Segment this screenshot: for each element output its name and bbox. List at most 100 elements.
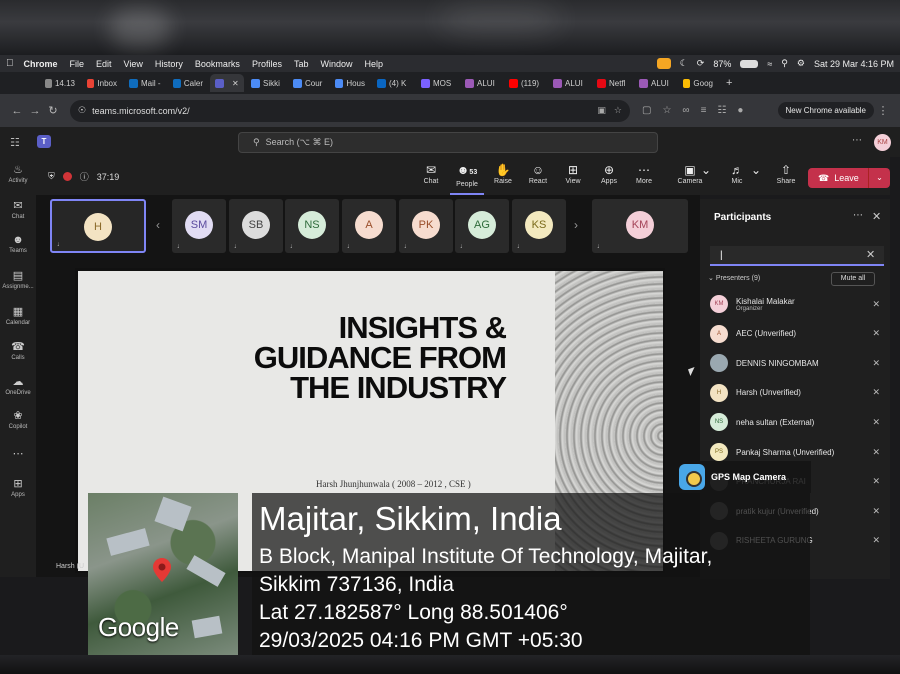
browser-tab[interactable]: Inbox (82, 74, 122, 92)
reading-list-icon[interactable]: ≡ (701, 105, 707, 116)
apps-button[interactable]: ⊕ Apps (592, 162, 626, 185)
puzzle-icon[interactable]: ☷ (717, 105, 726, 116)
control-center-icon[interactable]: ⚙ (797, 58, 805, 69)
cast-icon[interactable]: ▣ (597, 105, 606, 116)
more-options-icon[interactable]: ⋯ (853, 210, 863, 221)
rail-calls[interactable]: ☎ Calls (0, 340, 36, 361)
view-button[interactable]: ⊞ View (556, 162, 590, 185)
mic-muted-icon[interactable]: ✕ (872, 535, 880, 546)
site-info-icon[interactable]: ☉ (78, 105, 86, 116)
browser-tab[interactable]: Mail - (124, 74, 166, 92)
mic-muted-icon[interactable]: ✕ (872, 506, 880, 517)
browser-tab[interactable]: Goog (678, 74, 718, 92)
close-icon[interactable]: ✕ (872, 210, 881, 223)
mic-muted-icon[interactable]: ✕ (872, 417, 880, 428)
participant-tile[interactable]: NS ♩ (285, 199, 339, 253)
people-button[interactable]: ☻53 People (450, 162, 484, 195)
menu-history[interactable]: History (155, 59, 183, 69)
mic-muted-icon[interactable]: ✕ (872, 328, 880, 339)
reload-icon[interactable]: ↻ (44, 104, 62, 117)
battery-icon[interactable] (740, 59, 759, 68)
rail-assignments[interactable]: ▤ Assignme... (0, 269, 36, 290)
participant-tile[interactable]: KM ♩ (592, 199, 688, 253)
browser-tab[interactable]: ALUI (460, 74, 502, 92)
extension-icon[interactable]: ▢ (642, 105, 651, 116)
mic-muted-icon[interactable]: ✕ (872, 358, 880, 369)
browser-tab[interactable]: ✕ (210, 74, 244, 92)
browser-tab[interactable]: ALUI (634, 74, 676, 92)
participant-row[interactable]: NS neha sultan (External) ✕ (710, 409, 880, 435)
rail-chat[interactable]: ✉ Chat (0, 199, 36, 220)
close-tab-icon[interactable]: ✕ (232, 79, 239, 88)
user-avatar[interactable]: KM (874, 134, 891, 151)
react-button[interactable]: ☺ React (521, 162, 555, 185)
chrome-menu-icon[interactable]: ⋮ (874, 104, 892, 117)
participant-row[interactable]: KM Kishalai Malakar Organizer ✕ (710, 291, 880, 317)
presenters-section-header[interactable]: ⌄ Presenters (9) (708, 274, 760, 282)
raise-hand-button[interactable]: ✋ Raise (486, 162, 520, 185)
participant-tile[interactable]: SM ♩ (172, 199, 226, 253)
browser-tab[interactable]: Cour (288, 74, 328, 92)
sync-icon[interactable]: ⟳ (697, 58, 705, 69)
star-icon[interactable]: ☆ (662, 105, 671, 116)
link-icon[interactable]: ∞ (682, 105, 689, 116)
participant-tile[interactable]: AG ♩ (455, 199, 509, 253)
apple-icon[interactable]:  (6, 58, 14, 69)
menu-edit[interactable]: Edit (96, 59, 112, 69)
clear-search-icon[interactable]: ✕ (866, 248, 875, 261)
menu-profiles[interactable]: Profiles (252, 59, 282, 69)
share-button[interactable]: ⇧ Share (769, 162, 803, 185)
profile-avatar-icon[interactable]: ● (737, 105, 743, 116)
rail-calendar[interactable]: ▦ Calendar (0, 305, 36, 326)
participant-tile[interactable]: SB ♩ (229, 199, 283, 253)
participant-row[interactable]: A AEC (Unverified) ✕ (710, 321, 880, 347)
forward-icon[interactable]: → (26, 105, 44, 117)
browser-tab[interactable]: (119) (504, 74, 546, 92)
wifi-icon[interactable]: ≈ (767, 59, 772, 69)
rail-teams[interactable]: ☻ Teams (0, 234, 36, 254)
microphone-indicator-icon[interactable] (656, 58, 671, 69)
strip-next-icon[interactable]: › (574, 218, 578, 232)
mic-muted-icon[interactable]: ✕ (872, 387, 880, 398)
app-launcher-icon[interactable]: ☷ (10, 136, 20, 149)
browser-tab[interactable]: Hous (330, 74, 370, 92)
participant-tile[interactable]: KS ♩ (512, 199, 566, 253)
new-chrome-available-button[interactable]: New Chrome available (777, 102, 874, 119)
participant-tile[interactable]: PK ♩ (399, 199, 453, 253)
bookmark-star-icon[interactable]: ☆ (614, 105, 622, 116)
more-button[interactable]: ⋯ More (627, 162, 661, 185)
participant-row[interactable]: DENNIS NINGOMBAM ✕ (710, 350, 880, 376)
participant-row[interactable]: H Harsh (Unverified) ✕ (710, 380, 880, 406)
browser-tab[interactable]: Netfl (592, 74, 632, 92)
mic-muted-icon[interactable]: ✕ (872, 476, 880, 487)
address-bar[interactable]: ☉ teams.microsoft.com/v2/ ▣ ☆ (70, 99, 630, 122)
info-icon[interactable]: ⓘ (80, 170, 89, 183)
rail-copilot[interactable]: ❀ Copilot (0, 409, 36, 430)
rail-more[interactable]: ⋯ (0, 447, 36, 462)
browser-tab[interactable]: MOS (416, 74, 458, 92)
participant-search-input[interactable]: | (710, 246, 884, 266)
menu-help[interactable]: Help (364, 59, 383, 69)
menu-file[interactable]: File (70, 59, 85, 69)
browser-tab[interactable]: (4) K (372, 74, 414, 92)
mic-muted-icon[interactable]: ✕ (872, 447, 880, 458)
teams-search-input[interactable]: ⚲ Search (⌥ ⌘ E) (238, 132, 658, 153)
rail-apps[interactable]: ⊞ Apps (0, 477, 36, 498)
rail-activity[interactable]: ♨ Activity (0, 163, 36, 184)
recording-icon[interactable] (62, 172, 72, 181)
rail-onedrive[interactable]: ☁ OneDrive (0, 375, 36, 396)
browser-tab[interactable]: Sikki (246, 74, 286, 92)
menu-chrome[interactable]: Chrome (24, 59, 58, 69)
chat-button[interactable]: ✉ Chat (414, 162, 448, 185)
browser-tab[interactable]: Caler (168, 74, 208, 92)
menu-bookmarks[interactable]: Bookmarks (195, 59, 240, 69)
leave-options-chevron-icon[interactable]: ⌄ (868, 168, 890, 188)
browser-tab[interactable]: 14.13 (40, 74, 80, 92)
new-tab-icon[interactable]: + (726, 77, 732, 89)
menu-tab[interactable]: Tab (294, 59, 309, 69)
menu-view[interactable]: View (124, 59, 143, 69)
browser-tab[interactable]: ALUI (548, 74, 590, 92)
menubar-clock[interactable]: Sat 29 Mar 4:16 PM (814, 59, 894, 69)
participant-tile[interactable]: H ♩ (50, 199, 146, 253)
mic-options-chevron-icon[interactable]: ⌄ (748, 162, 764, 178)
